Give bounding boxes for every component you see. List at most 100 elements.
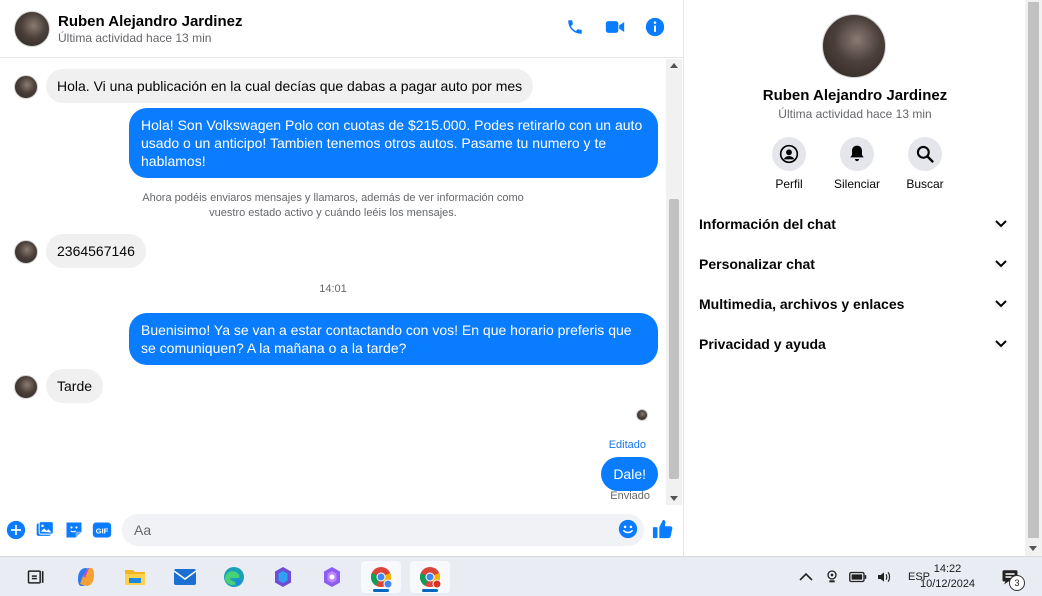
contact-avatar[interactable] [14,11,50,47]
mute-button[interactable]: Silenciar [829,137,885,191]
profile-button-label: Perfil [775,177,803,191]
scroll-down-arrow-icon[interactable] [670,496,678,501]
clock-time: 14:22 [933,563,962,575]
taskbar-m365[interactable] [263,561,303,593]
mute-button-label: Silenciar [833,177,881,191]
section-label: Multimedia, archivos y enlaces [699,296,905,312]
incoming-message[interactable]: Hola. Vi una publicación en la cual decí… [46,69,534,103]
incoming-message[interactable]: 2364567146 [46,234,146,268]
taskbar: ESP 14:22 10/12/2024 3 [0,556,1042,596]
taskbar-chrome-profile-1[interactable] [361,561,401,593]
sent-status: Enviado [610,490,650,502]
profile-button[interactable]: Perfil [761,137,817,191]
header-actions [565,16,665,38]
plus-circle-icon [6,520,26,540]
task-view-button[interactable] [16,561,56,593]
thumbs-up-icon [652,519,673,539]
message-scrollbar[interactable] [666,59,682,505]
hexagon-app-icon [324,567,340,587]
gif-label: GIF [96,526,109,535]
copilot-icon [78,568,94,586]
search-icon [916,145,934,163]
panel-actions: Perfil Silenciar Buscar [761,137,953,191]
panel-contact-avatar[interactable] [822,14,886,78]
panel-contact-status: Última actividad hace 13 min [778,107,932,121]
taskbar-edge[interactable] [214,561,254,593]
taskbar-file-explorer[interactable] [115,561,155,593]
battery-icon [849,571,867,583]
speaker-icon [878,571,891,583]
contact-name[interactable]: Ruben Alejandro Jardinez [58,13,242,30]
video-call-button[interactable] [605,16,625,38]
section-privacy-help[interactable]: Privacidad y ayuda [685,324,1025,364]
chat-header: Ruben Alejandro Jardinez Última activida… [0,0,683,58]
page-scrollbar[interactable] [1025,0,1042,556]
chevron-up-icon [799,572,813,581]
taskbar-mail[interactable] [165,561,205,593]
more-actions-button[interactable] [6,520,26,540]
conversation-info-button[interactable] [645,16,665,38]
sender-avatar[interactable] [14,375,38,399]
seen-indicator-avatar [636,409,648,421]
sender-avatar[interactable] [14,75,38,99]
task-view-icon [27,570,44,584]
profile-icon [779,144,799,164]
video-camera-icon [605,21,625,33]
outgoing-message[interactable]: Buenisimo! Ya se van a estar contactando… [129,313,658,365]
section-label: Privacidad y ayuda [699,336,826,352]
emoji-smile-icon [618,519,638,539]
scrollbar-thumb[interactable] [669,199,679,479]
chrome-icon [370,567,393,589]
show-hidden-icons-button[interactable] [796,567,816,587]
bell-icon [850,145,864,162]
folder-icon [125,570,145,585]
outgoing-message[interactable]: Hola! Son Volkswagen Polo con cuotas de … [129,108,658,178]
camera-privacy-icon [827,570,837,583]
edge-icon [224,567,244,587]
clock-date: 10/12/2024 [920,578,976,590]
section-chat-info[interactable]: Información del chat [685,204,1025,244]
timestamp-separator: 14:01 [319,283,347,295]
taskbar-copilot[interactable] [66,561,106,593]
edited-label[interactable]: Editado [609,439,646,451]
battery-button[interactable] [848,567,868,587]
chevron-down-icon [995,300,1007,308]
attach-photo-button[interactable] [35,520,55,540]
search-button[interactable]: Buscar [897,137,953,191]
gif-button[interactable]: GIF [92,520,112,540]
section-media-files-links[interactable]: Multimedia, archivos y enlaces [685,284,1025,324]
contact-status: Última actividad hace 13 min [58,31,212,45]
taskbar-clock[interactable]: 14:22 10/12/2024 [920,562,975,592]
phone-call-button[interactable] [565,16,585,38]
webcam-status-button[interactable] [822,567,842,587]
section-customize-chat[interactable]: Personalizar chat [685,244,1025,284]
chevron-down-icon [995,220,1007,228]
scroll-down-arrow-icon[interactable] [1029,546,1037,551]
taskbar-chrome-profile-2[interactable] [410,561,450,593]
panel-contact-name: Ruben Alejandro Jardinez [762,87,948,104]
panel-sections: Información del chat Personalizar chat M… [685,204,1025,364]
clock-area: 14:22 10/12/2024 [920,557,975,596]
search-button-label: Buscar [906,177,944,191]
message-input[interactable] [122,514,644,546]
outgoing-message[interactable]: Dale! [601,457,658,491]
incoming-message[interactable]: Tarde [46,369,104,403]
notification-count-badge: 3 [1009,575,1025,591]
volume-button[interactable] [874,567,894,587]
send-like-button[interactable] [652,518,674,540]
section-label: Información del chat [699,216,836,232]
mail-icon [173,569,197,585]
emoji-button[interactable] [618,519,638,539]
page-scrollbar-thumb[interactable] [1028,2,1039,538]
sender-avatar[interactable] [14,240,38,264]
system-notice: Ahora podéis enviaros mensajes y llamaro… [142,192,524,219]
chevron-down-icon [995,340,1007,348]
sticker-button[interactable] [64,520,84,540]
messenger-window: Ruben Alejandro Jardinez Última activida… [0,0,1042,556]
info-icon [645,17,665,37]
scroll-up-arrow-icon[interactable] [670,63,678,68]
gif-icon: GIF [92,522,112,538]
taskbar-copilot-app[interactable] [312,561,352,593]
chrome-icon [419,567,442,589]
chevron-down-icon [995,260,1007,268]
